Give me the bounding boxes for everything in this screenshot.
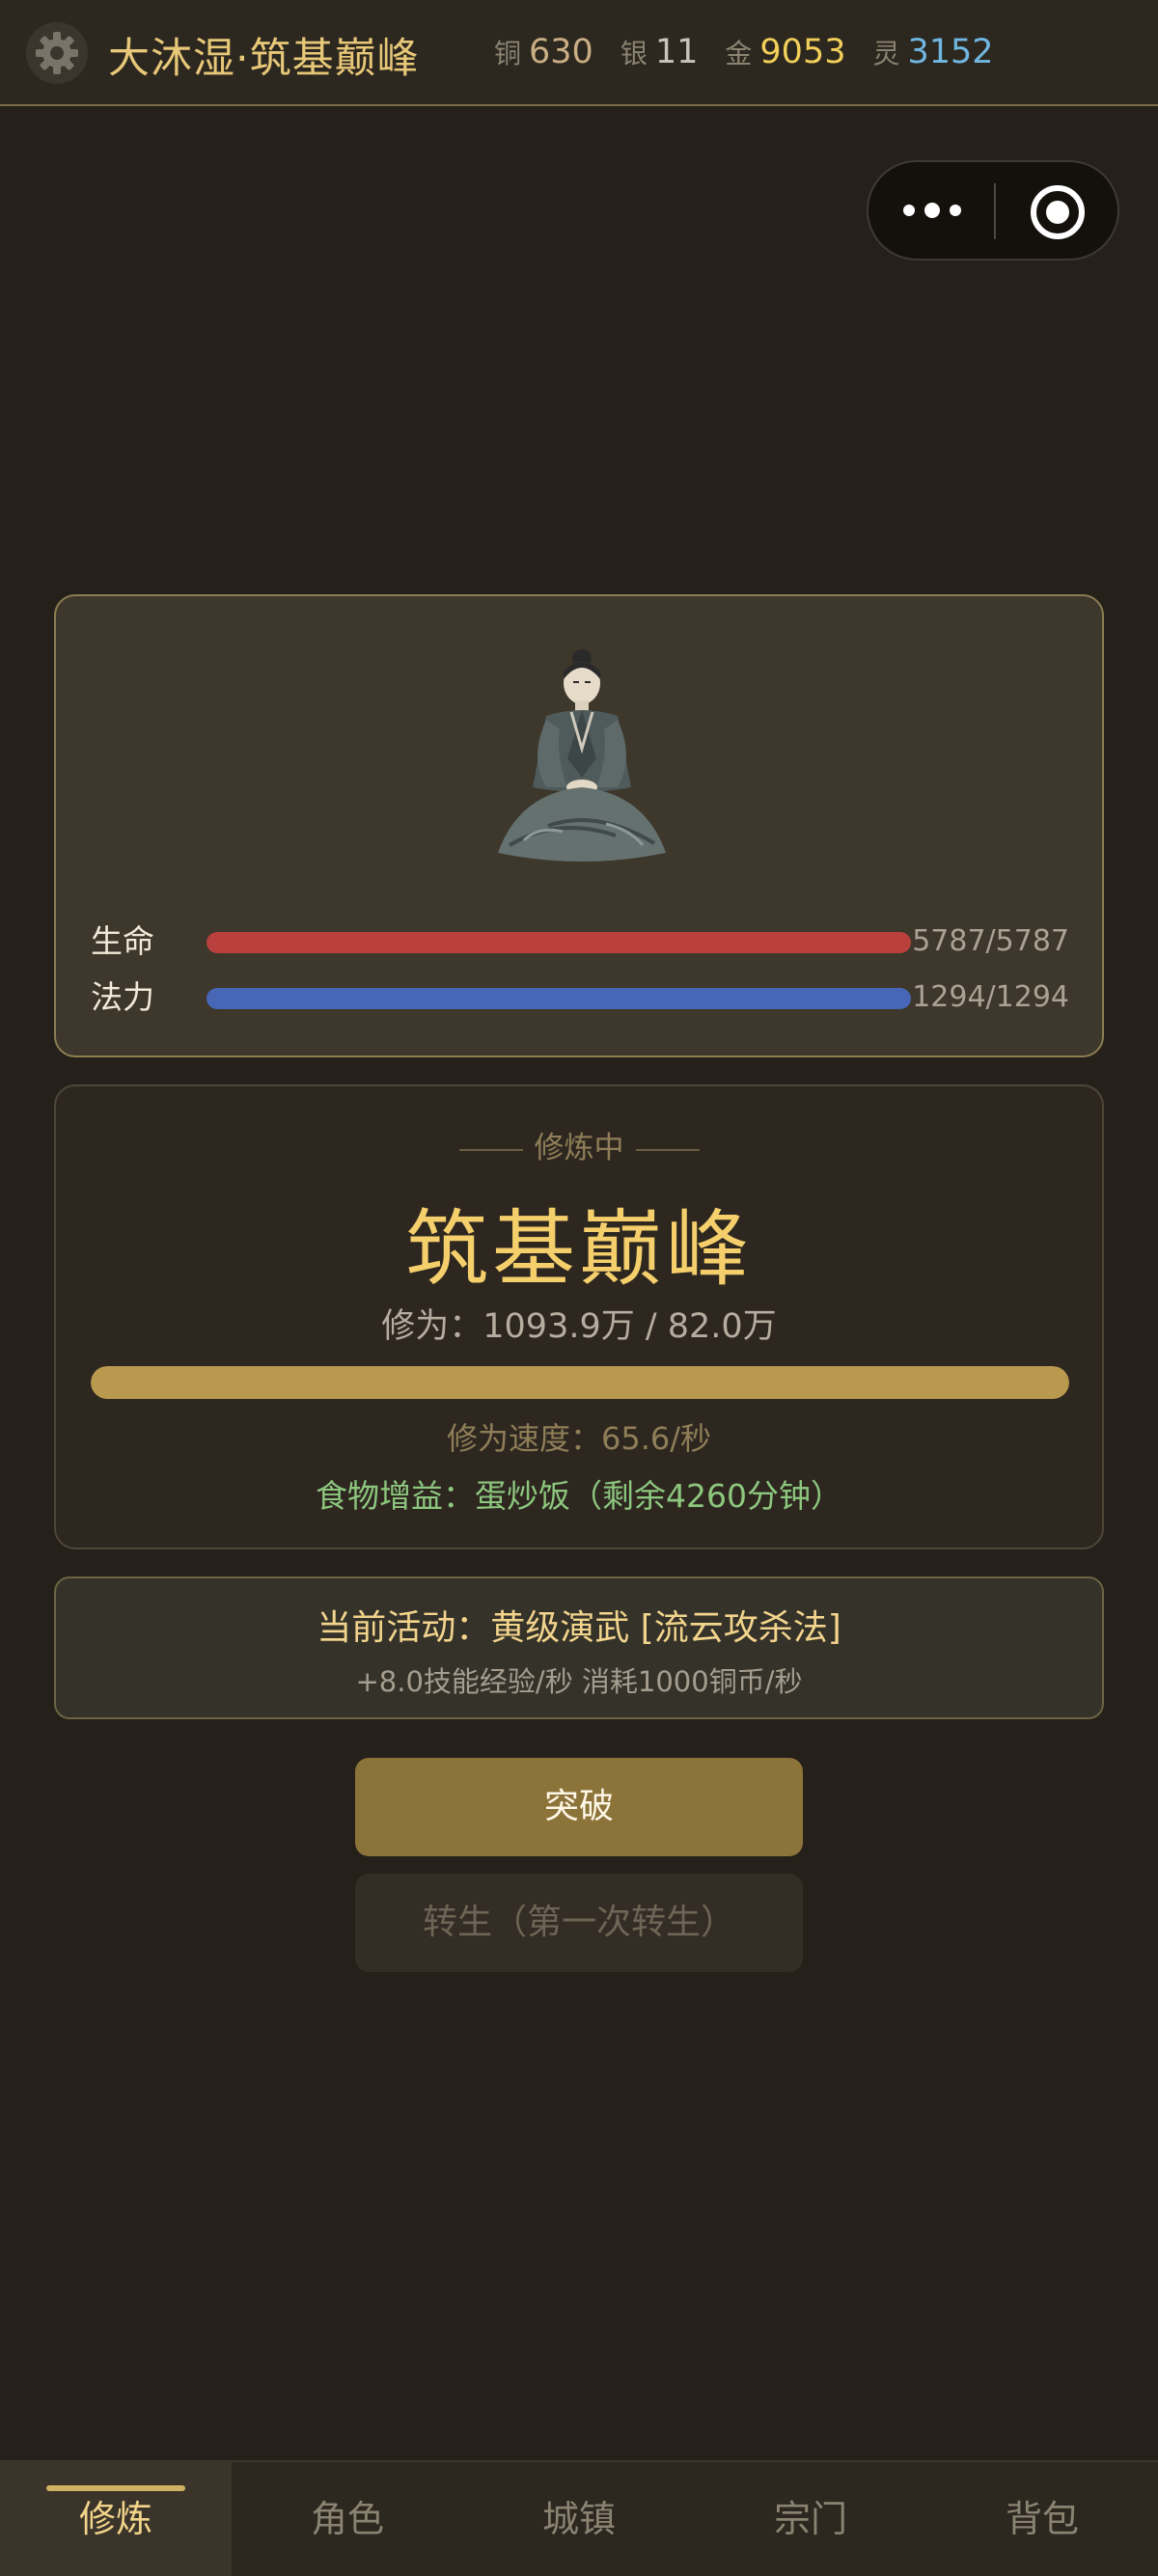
nav-tab-backpack[interactable]: 背包 bbox=[926, 2462, 1158, 2576]
cultivation-speed: 修为速度：65.6/秒 bbox=[446, 1420, 712, 1457]
character-card: 生命 5787/5787 法力 1294/1294 bbox=[54, 594, 1104, 1057]
cultivation-card: 修炼中 筑基巅峰 修为：1093.9万 / 82.0万 修为速度：65.6/秒 … bbox=[54, 1084, 1104, 1549]
settings-button[interactable] bbox=[26, 22, 88, 84]
meditating-character-image bbox=[498, 649, 666, 862]
top-bar: 大沐湿·筑基巅峰 铜 630 银 11 金 9053 灵 3152 bbox=[0, 0, 1158, 106]
more-menu-button[interactable] bbox=[903, 189, 961, 232]
currency-bar: 铜 630 银 11 金 9053 灵 3152 bbox=[494, 33, 1021, 75]
nav-tab-town[interactable]: 城镇 bbox=[463, 2462, 695, 2576]
breakthrough-button[interactable]: 突破 bbox=[355, 1758, 803, 1856]
close-miniprogram-button[interactable] bbox=[1031, 185, 1085, 239]
activity-rates: +8.0技能经验/秒 消耗1000铜币/秒 bbox=[355, 1665, 803, 1698]
mp-value: 1294/1294 bbox=[912, 980, 1069, 1014]
nav-tab-cultivate[interactable]: 修炼 bbox=[0, 2462, 232, 2576]
hp-row: 生命 5787/5787 bbox=[91, 922, 1069, 961]
capsule-divider bbox=[994, 183, 996, 239]
mp-row: 法力 1294/1294 bbox=[91, 978, 1069, 1017]
spirit-label: 灵 bbox=[872, 38, 900, 69]
silver-label: 银 bbox=[620, 38, 648, 69]
more-dots-icon bbox=[924, 203, 940, 218]
activity-card[interactable]: 当前活动：黄级演武 [流云攻杀法] +8.0技能经验/秒 消耗1000铜币/秒 bbox=[54, 1576, 1104, 1719]
cultivation-status: 修炼中 bbox=[56, 1123, 1102, 1166]
mp-bar bbox=[207, 988, 911, 1009]
cultivation-progress-bar bbox=[91, 1366, 1069, 1399]
status-divider bbox=[635, 1148, 700, 1151]
activity-title: 当前活动：黄级演武 [流云攻杀法] bbox=[317, 1608, 841, 1648]
hp-value: 5787/5787 bbox=[912, 924, 1069, 958]
more-dots-icon bbox=[903, 205, 915, 216]
mp-label: 法力 bbox=[91, 978, 154, 1016]
cultivation-progress-text: 修为：1093.9万 / 82.0万 bbox=[381, 1307, 777, 1346]
nav-tab-character[interactable]: 角色 bbox=[232, 2462, 463, 2576]
rebirth-button[interactable]: 转生（第一次转生） bbox=[355, 1874, 803, 1972]
hp-bar bbox=[207, 932, 911, 953]
nav-tab-sect[interactable]: 宗门 bbox=[695, 2462, 926, 2576]
page-title: 大沐湿·筑基巅峰 bbox=[108, 35, 420, 83]
copper-label: 铜 bbox=[494, 38, 522, 69]
gold-value: 9053 bbox=[759, 33, 846, 71]
silver-value: 11 bbox=[654, 33, 699, 71]
spirit-value: 3152 bbox=[907, 33, 994, 71]
food-buff: 食物增益：蛋炒饭（剩余4260分钟） bbox=[316, 1477, 842, 1515]
realm-title: 筑基巅峰 bbox=[405, 1201, 753, 1298]
more-dots-icon bbox=[950, 205, 961, 216]
status-divider bbox=[458, 1148, 523, 1151]
hp-label: 生命 bbox=[91, 922, 154, 960]
status-text: 修炼中 bbox=[534, 1131, 624, 1165]
miniprogram-capsule bbox=[867, 160, 1119, 260]
bottom-nav: 修炼 角色 城镇 宗门 背包 bbox=[0, 2460, 1158, 2576]
gear-icon bbox=[36, 32, 78, 74]
cultivation-progress-fill bbox=[91, 1366, 1069, 1399]
copper-value: 630 bbox=[529, 33, 593, 71]
gold-label: 金 bbox=[725, 38, 753, 69]
